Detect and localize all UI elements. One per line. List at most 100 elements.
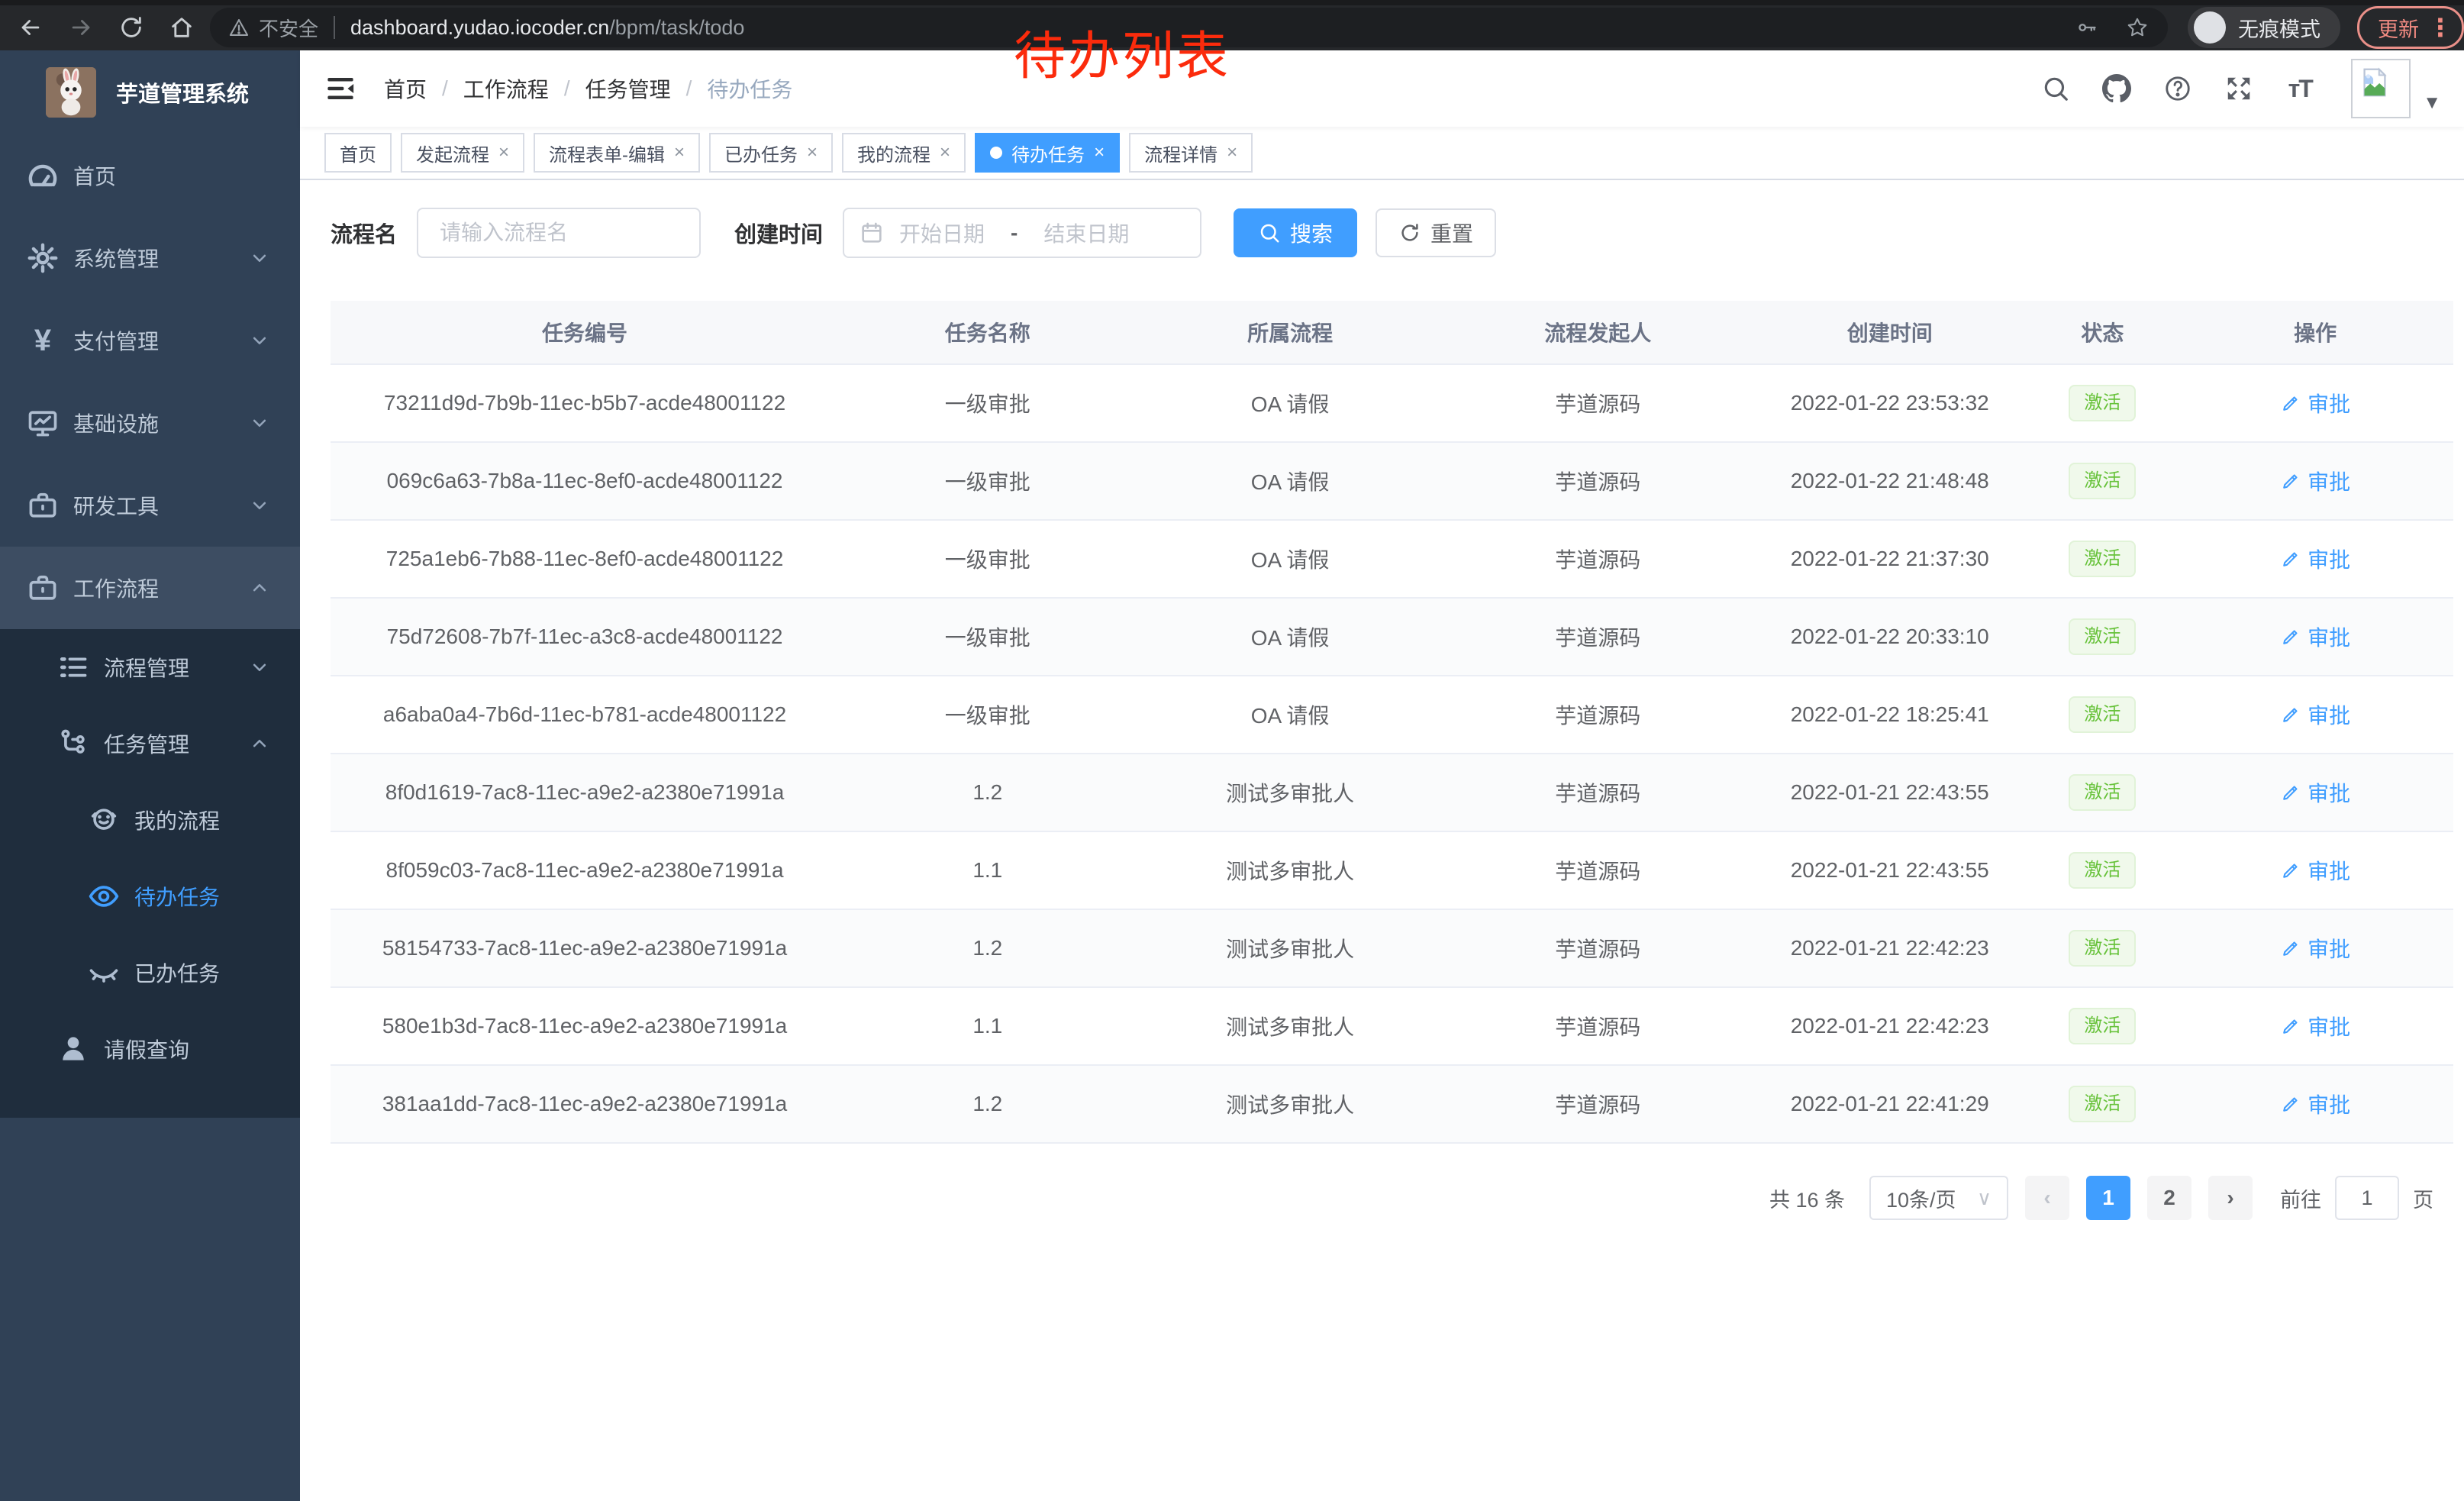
reload-icon[interactable] [118,15,144,40]
fullscreen-icon[interactable] [2224,74,2253,103]
approve-action[interactable]: 审批 [2280,544,2350,574]
process-cell: OA 请假 [1136,364,1443,442]
status-badge: 激活 [2069,852,2136,889]
approve-action[interactable]: 审批 [2280,855,2350,886]
breadcrumb-separator: / [442,76,448,101]
process-name-input[interactable] [417,208,701,258]
task-id-cell: 58154733-7ac8-11ec-a9e2-a2380e71991a [331,909,839,987]
starter-cell: 芋道源码 [1444,987,1752,1065]
approve-action[interactable]: 审批 [2280,1011,2350,1041]
chevron-down-icon [248,494,271,517]
calendar-icon [859,221,884,245]
search-icon[interactable] [2041,74,2070,103]
gear-icon [26,241,60,275]
page-content: 流程名 创建时间 开始日期 - 结束日期 搜索 重置 [300,180,2464,1501]
page-size-select[interactable]: 10条/页 ∨ [1869,1176,2008,1220]
sidebar-item-task-mgmt[interactable]: 任务管理 [0,705,300,782]
sidebar-item-home[interactable]: 首页 [0,134,300,217]
created-time-cell: 2022-01-22 23:53:32 [1752,364,2028,442]
column-header: 流程发起人 [1444,301,1752,364]
update-label: 更新 [2378,13,2419,43]
breadcrumb-item[interactable]: 任务管理 [585,73,671,104]
avatar[interactable] [2351,59,2411,118]
workflow-icon [26,571,60,605]
question-icon[interactable] [2163,74,2192,103]
next-page-button[interactable]: › [2208,1176,2253,1220]
approve-action[interactable]: 审批 [2280,699,2350,730]
edit-icon [2280,392,2301,414]
approve-action[interactable]: 审批 [2280,388,2350,418]
security-label[interactable]: 不安全 [259,14,318,42]
search-button[interactable]: 搜索 [1234,208,1357,257]
chevron-down-icon [248,247,271,270]
sidebar-item-todo-task[interactable]: 待办任务 [0,858,300,934]
key-icon[interactable] [2076,17,2098,38]
sidebar-item-leave-query[interactable]: 请假查询 [0,1011,300,1087]
sidebar-item-devtools[interactable]: 研发工具 [0,464,300,547]
forward-icon[interactable] [68,15,94,40]
close-icon[interactable]: × [940,144,950,162]
status-cell: 激活 [2028,520,2178,598]
sidebar-item-my-process[interactable]: 我的流程 [0,782,300,858]
approve-action[interactable]: 审批 [2280,1089,2350,1119]
sidebar-item-payment[interactable]: ¥支付管理 [0,299,300,382]
browser-update-button[interactable]: 更新 ⋮ [2357,6,2464,49]
close-icon[interactable]: × [1094,144,1105,162]
user-avatar-menu[interactable]: ▼ [2351,59,2441,118]
fontsize-icon[interactable]: тT [2285,74,2314,103]
close-icon[interactable]: × [674,144,685,162]
tab-发起流程[interactable]: 发起流程× [401,133,524,173]
edit-icon [2280,1093,2301,1115]
process-cell: OA 请假 [1136,598,1443,676]
back-icon[interactable] [18,15,44,40]
tab-已办任务[interactable]: 已办任务× [709,133,833,173]
date-range-picker[interactable]: 开始日期 - 结束日期 [843,208,1201,258]
select-caret-icon: ∨ [1977,1186,1992,1210]
sidebar-item-infra[interactable]: 基础设施 [0,382,300,464]
approve-action[interactable]: 审批 [2280,933,2350,964]
logo-row[interactable]: 芋道管理系统 [0,50,300,134]
goto-page-input[interactable] [2335,1176,2399,1220]
sidebar-item-done-task[interactable]: 已办任务 [0,934,300,1011]
close-icon[interactable]: × [807,144,818,162]
caret-down-icon[interactable]: ▼ [2423,92,2441,118]
tab-我的流程[interactable]: 我的流程× [842,133,966,173]
tab-流程表单-编辑[interactable]: 流程表单-编辑× [534,133,700,173]
sidebar-item-process-mgmt[interactable]: 流程管理 [0,629,300,705]
active-tab-dot [990,147,1002,159]
browser-menu-icon[interactable]: ⋮ [2428,15,2453,40]
bookmark-star-icon[interactable] [2125,15,2150,40]
breadcrumb-item[interactable]: 首页 [384,73,427,104]
breadcrumb-item[interactable]: 工作流程 [463,73,549,104]
tags-view-bar: 首页发起流程×流程表单-编辑×已办任务×我的流程×待办任务×流程详情× [300,127,2464,180]
starter-cell: 芋道源码 [1444,598,1752,676]
github-icon[interactable] [2102,74,2131,103]
starter-cell: 芋道源码 [1444,364,1752,442]
edit-icon [2280,548,2301,570]
home-icon[interactable] [169,15,195,40]
approve-action[interactable]: 审批 [2280,777,2350,808]
column-header: 状态 [2028,301,2178,364]
starter-cell: 芋道源码 [1444,754,1752,831]
page-button-1[interactable]: 1 [2086,1176,2130,1220]
sidebar-item-workflow[interactable]: 工作流程 [0,547,300,629]
action-cell: 审批 [2177,364,2453,442]
approve-action[interactable]: 审批 [2280,621,2350,652]
sidebar-item-system[interactable]: 系统管理 [0,217,300,299]
reset-button[interactable]: 重置 [1376,208,1496,257]
action-cell: 审批 [2177,520,2453,598]
end-date-placeholder[interactable]: 结束日期 [1043,218,1129,248]
close-icon[interactable]: × [498,144,509,162]
task-name-cell: 一级审批 [839,364,1136,442]
close-icon[interactable]: × [1227,144,1237,162]
start-date-placeholder[interactable]: 开始日期 [899,218,985,248]
prev-page-button[interactable]: ‹ [2025,1176,2069,1220]
tab-流程详情[interactable]: 流程详情× [1129,133,1253,173]
page-button-2[interactable]: 2 [2147,1176,2191,1220]
tab-待办任务[interactable]: 待办任务× [975,133,1120,173]
search-button-label: 搜索 [1290,218,1333,248]
approve-action[interactable]: 审批 [2280,466,2350,496]
hamburger-icon[interactable] [324,73,356,105]
table-row: a6aba0a4-7b6d-11ec-b781-acde48001122一级审批… [331,676,2453,754]
tab-首页[interactable]: 首页 [324,133,392,173]
